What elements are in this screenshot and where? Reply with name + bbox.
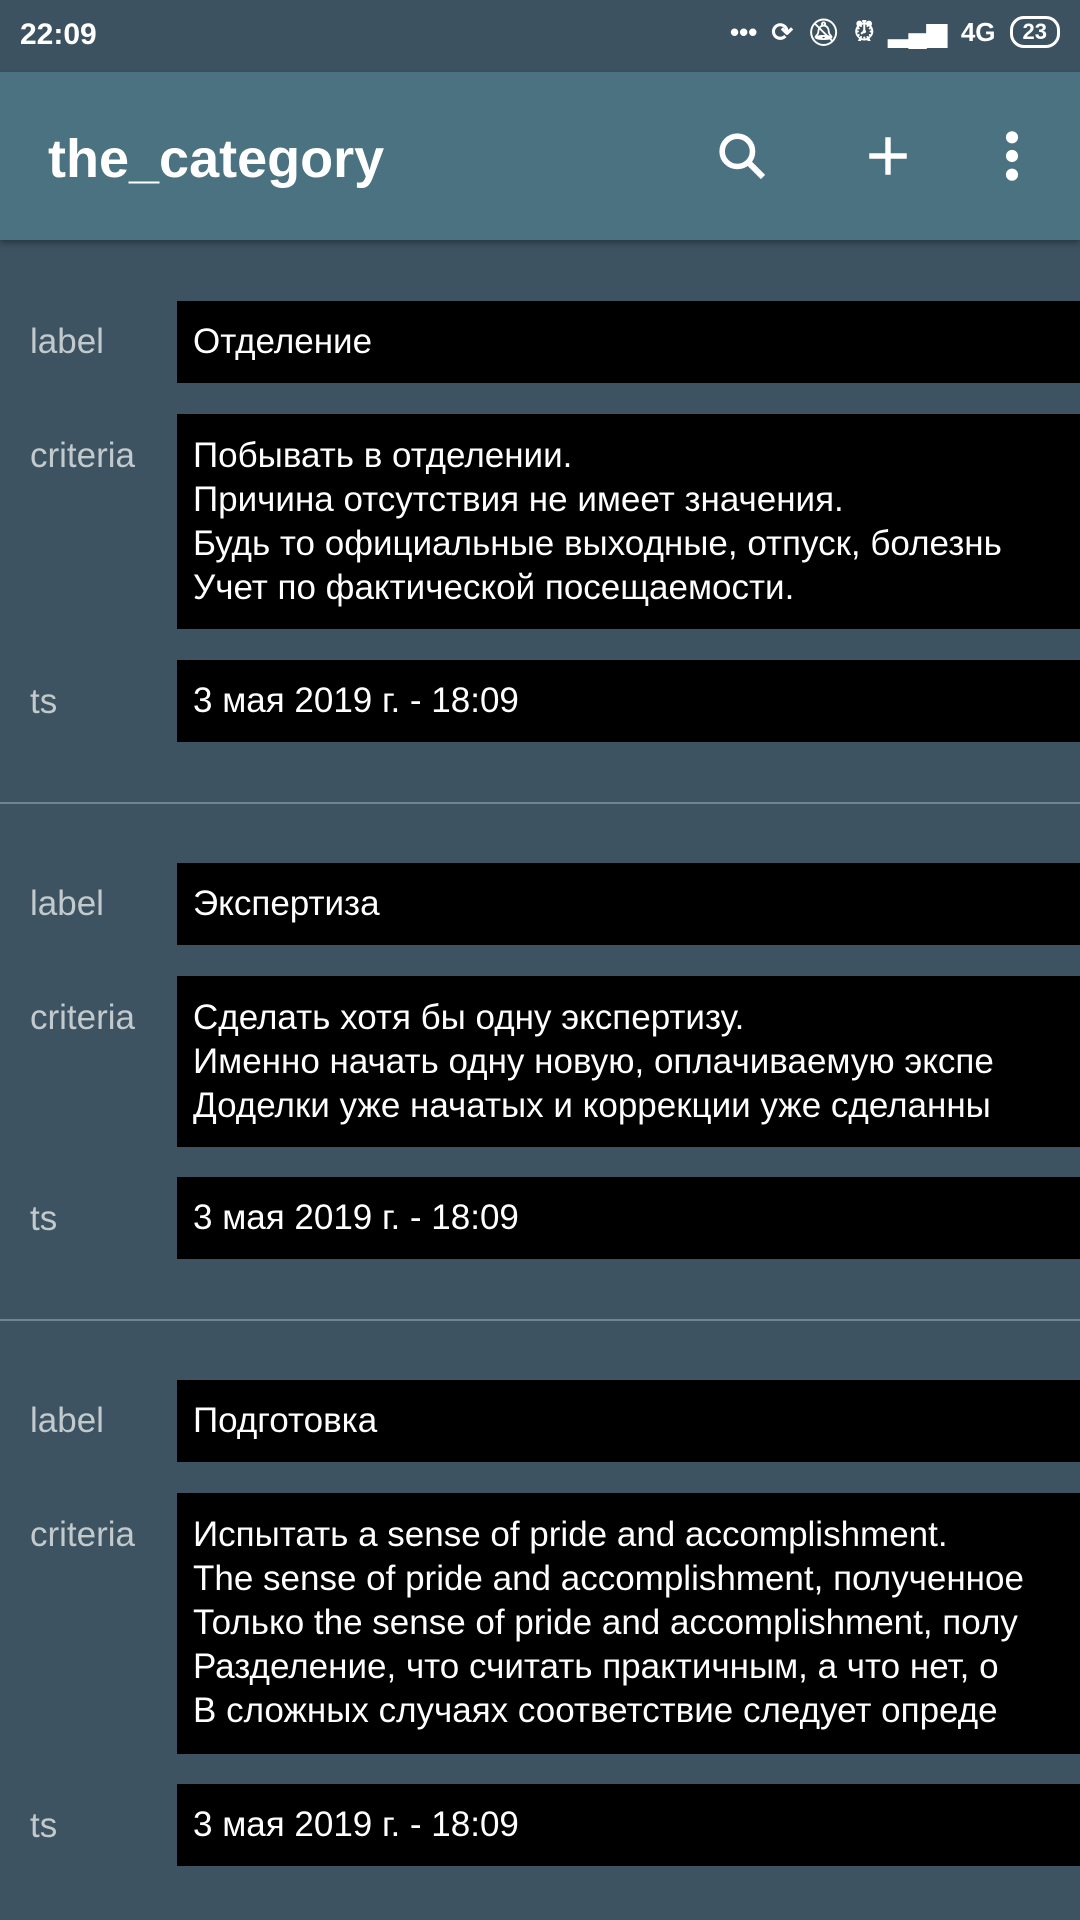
ts-value[interactable]: 3 мая 2019 г. - 18:09 <box>177 1784 1080 1866</box>
more-notifications-icon: ••• <box>730 16 758 47</box>
app-bar: the_category <box>0 72 1080 240</box>
field-label-criteria: criteria <box>30 1515 136 1554</box>
status-bar: 22:09 ••• ⟳ 🔕︎ ⏰︎ ▂▄▆ 4G 23 <box>0 0 1080 72</box>
field-label-label: label <box>30 1401 104 1440</box>
search-icon <box>719 133 766 180</box>
signal-icon: ▂▄▆ <box>888 16 947 47</box>
divider <box>0 1319 1080 1321</box>
label-value[interactable]: Подготовка <box>177 1380 1080 1462</box>
criteria-value[interactable]: Побывать в отделении. Причина отсутствия… <box>177 414 1080 629</box>
criteria-value[interactable]: Испытать a sense of pride and accomplish… <box>177 1493 1080 1754</box>
label-value[interactable]: Отделение <box>177 301 1080 383</box>
field-label-ts: ts <box>30 1199 58 1238</box>
label-value[interactable]: Экспертиза <box>177 863 1080 945</box>
field-label-label: label <box>30 884 104 923</box>
ts-value[interactable]: 3 мая 2019 г. - 18:09 <box>177 1177 1080 1259</box>
add-button[interactable] <box>856 124 920 188</box>
field-label-criteria: criteria <box>30 998 136 1037</box>
sync-icon: ⟳ <box>771 16 794 47</box>
criteria-value[interactable]: Сделать хотя бы одну экспертизу. Именно … <box>177 976 1080 1147</box>
alarm-icon: ⏰︎ <box>854 16 875 46</box>
ts-value[interactable]: 3 мая 2019 г. - 18:09 <box>177 660 1080 742</box>
network-type: 4G <box>960 16 996 47</box>
field-label-ts: ts <box>30 1806 58 1845</box>
page-title: the_category <box>48 129 385 189</box>
status-time: 22:09 <box>20 18 97 51</box>
add-icon <box>869 137 907 175</box>
more-options-button[interactable] <box>980 124 1044 188</box>
search-button[interactable] <box>710 124 774 188</box>
bell-off-icon: 🔕︎ <box>807 16 841 47</box>
status-icons: ••• ⟳ 🔕︎ ⏰︎ ▂▄▆ 4G 23 <box>730 16 1060 48</box>
more-vert-icon <box>1005 131 1019 181</box>
field-label-criteria: criteria <box>30 436 136 475</box>
battery-icon: 23 <box>1009 16 1060 48</box>
field-label-ts: ts <box>30 682 58 721</box>
field-label-label: label <box>30 322 104 361</box>
divider <box>0 802 1080 804</box>
